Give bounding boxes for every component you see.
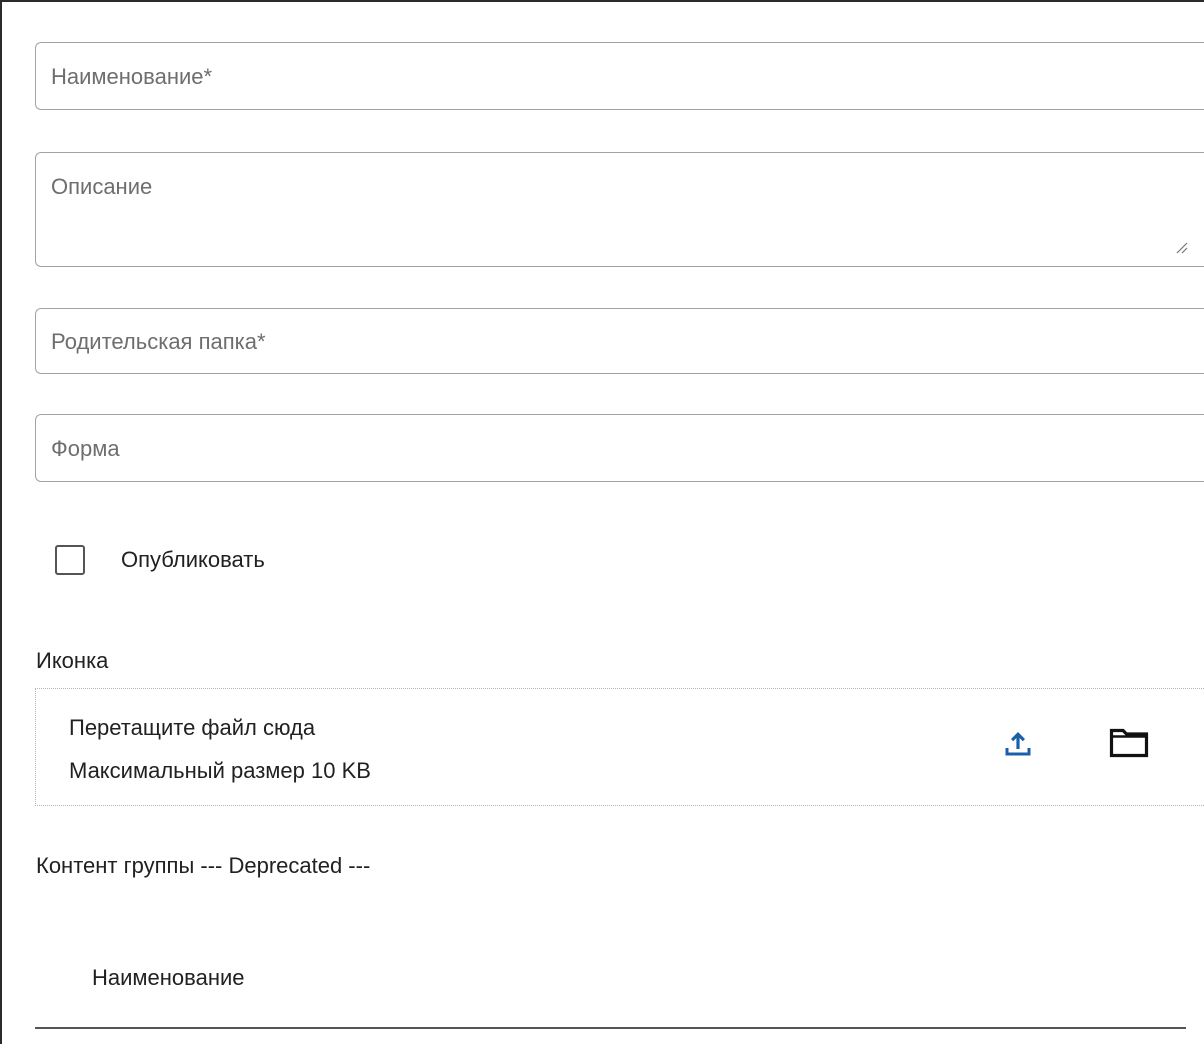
publish-checkbox[interactable] bbox=[55, 545, 85, 575]
folder-icon[interactable] bbox=[1109, 728, 1149, 758]
resize-handle-icon[interactable] bbox=[1174, 240, 1188, 254]
form-input-placeholder: Форма bbox=[51, 436, 120, 461]
publish-checkbox-row[interactable]: Опубликовать bbox=[55, 543, 265, 577]
table-header-divider bbox=[35, 1027, 1186, 1029]
table-column-header[interactable]: Наименование bbox=[92, 965, 245, 991]
name-input-placeholder: Наименование* bbox=[51, 64, 213, 89]
publish-checkbox-label[interactable]: Опубликовать bbox=[121, 547, 265, 573]
parent-folder-input[interactable]: Родительская папка* bbox=[35, 308, 1204, 374]
upload-icon[interactable] bbox=[1002, 727, 1034, 759]
name-input[interactable]: Наименование* bbox=[35, 42, 1204, 110]
form-input[interactable]: Форма bbox=[35, 414, 1204, 482]
file-dropzone[interactable]: Перетащите файл сюда Максимальный размер… bbox=[35, 688, 1204, 806]
form-container: Наименование* Описание Родительская папк… bbox=[0, 0, 1204, 1044]
description-textarea[interactable]: Описание bbox=[35, 152, 1204, 267]
group-content-label: Контент группы --- Deprecated --- bbox=[36, 853, 371, 878]
description-placeholder: Описание bbox=[51, 174, 153, 199]
parent-folder-placeholder: Родительская папка* bbox=[51, 329, 266, 354]
icon-section-label: Иконка bbox=[36, 648, 109, 673]
dropzone-drop-text: Перетащите файл сюда bbox=[69, 715, 316, 740]
dropzone-max-size-text: Максимальный размер 10 KB bbox=[69, 758, 371, 783]
